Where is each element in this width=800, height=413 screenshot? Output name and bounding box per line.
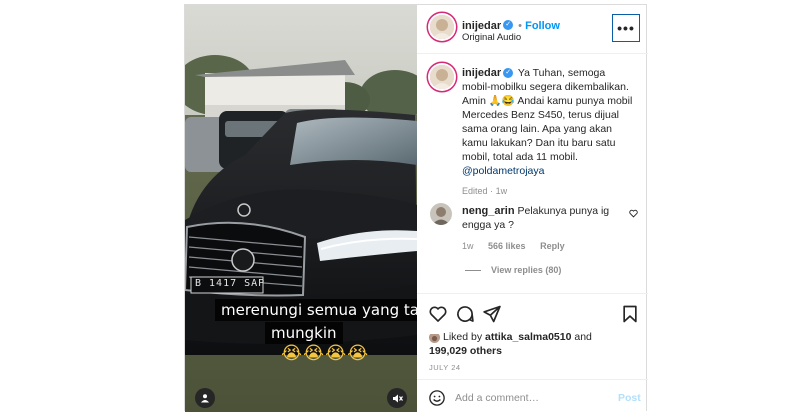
video-caption-line-2: mungkin bbox=[265, 322, 343, 344]
post-video[interactable]: B 1417 SAP merenungi semua yang tak mung… bbox=[185, 5, 417, 412]
video-caption-emojis: 😭😭😭😭 bbox=[281, 343, 370, 364]
caption-age[interactable]: 1w bbox=[496, 186, 508, 196]
share-paper-plane-icon[interactable] bbox=[482, 304, 502, 324]
tagged-users-button[interactable] bbox=[195, 388, 215, 408]
caption-text: Ya Tuhan, semoga mobil-mobilku segera di… bbox=[462, 67, 633, 163]
comment-icon[interactable] bbox=[455, 304, 475, 324]
likes-summary: Liked by attika_salma0510 and bbox=[443, 331, 592, 344]
liker-avatar[interactable] bbox=[429, 332, 440, 343]
likes-and: and bbox=[574, 331, 592, 343]
caption-username[interactable]: inijedar bbox=[462, 67, 501, 79]
dot-separator: • bbox=[515, 20, 526, 32]
more-options-button[interactable]: ••• bbox=[612, 14, 640, 42]
speaker-muted-icon bbox=[392, 394, 403, 402]
author-username[interactable]: inijedar bbox=[462, 20, 501, 32]
view-replies-button[interactable]: View replies (80) bbox=[465, 265, 561, 275]
post-caption: inijedar ✓ Ya Tuhan, semoga mobil-mobilku… bbox=[462, 66, 634, 198]
post-actions-bar bbox=[417, 293, 648, 334]
add-comment-bar: Add a comment… Post bbox=[417, 379, 648, 413]
caption-meta-separator: · bbox=[490, 186, 494, 196]
user-icon bbox=[201, 394, 209, 403]
post-date[interactable]: JULY 24 bbox=[429, 363, 461, 372]
likes-prefix: Liked by bbox=[443, 331, 483, 343]
comment-reply-button[interactable]: Reply bbox=[540, 241, 565, 251]
caption-verified-badge-icon: ✓ bbox=[503, 68, 514, 79]
caption-edited-label: Edited bbox=[462, 186, 488, 196]
emoji-smiley-icon[interactable] bbox=[428, 389, 446, 407]
post-details-panel: inijedar ✓ • Follow Original Audio ••• in… bbox=[417, 5, 648, 412]
license-plate: B 1417 SAP bbox=[195, 278, 266, 289]
video-caption-line-1: merenungi semua yang tak bbox=[215, 299, 417, 321]
like-heart-icon[interactable] bbox=[428, 304, 448, 324]
mute-button[interactable] bbox=[387, 388, 407, 408]
comment-likes-count[interactable]: 566 likes bbox=[488, 241, 526, 251]
verified-badge-icon: ✓ bbox=[503, 19, 514, 30]
add-comment-input[interactable]: Add a comment… bbox=[455, 392, 539, 404]
caption-meta: Edited · 1w bbox=[462, 184, 634, 198]
post-comment-button[interactable]: Post bbox=[618, 392, 641, 404]
follow-button[interactable]: Follow bbox=[525, 20, 560, 32]
comment-meta: 1w 566 likes Reply bbox=[462, 241, 577, 251]
save-bookmark-icon[interactable] bbox=[620, 304, 640, 324]
comment-like-heart-icon[interactable] bbox=[629, 209, 638, 218]
likes-others[interactable]: 199,029 others bbox=[429, 345, 502, 358]
comment-age[interactable]: 1w bbox=[462, 241, 474, 251]
comment-username[interactable]: neng_arin bbox=[462, 205, 515, 217]
caption-author-avatar[interactable] bbox=[430, 65, 454, 89]
view-replies-label: View replies (80) bbox=[491, 265, 562, 275]
commenter-avatar[interactable] bbox=[430, 203, 452, 225]
comment-item: neng_arin Pelakunya punya ig engga ya ? bbox=[462, 204, 622, 232]
post-header: inijedar ✓ • Follow Original Audio ••• bbox=[417, 5, 648, 54]
audio-label[interactable]: Original Audio bbox=[462, 32, 521, 43]
instagram-post: B 1417 SAP merenungi semua yang tak mung… bbox=[184, 4, 648, 412]
liker-username[interactable]: attika_salma0510 bbox=[485, 331, 571, 343]
more-icon: ••• bbox=[617, 20, 635, 36]
author-avatar[interactable] bbox=[430, 15, 454, 39]
replies-divider bbox=[465, 269, 481, 271]
caption-mention-link[interactable]: @poldametrojaya bbox=[462, 165, 544, 177]
